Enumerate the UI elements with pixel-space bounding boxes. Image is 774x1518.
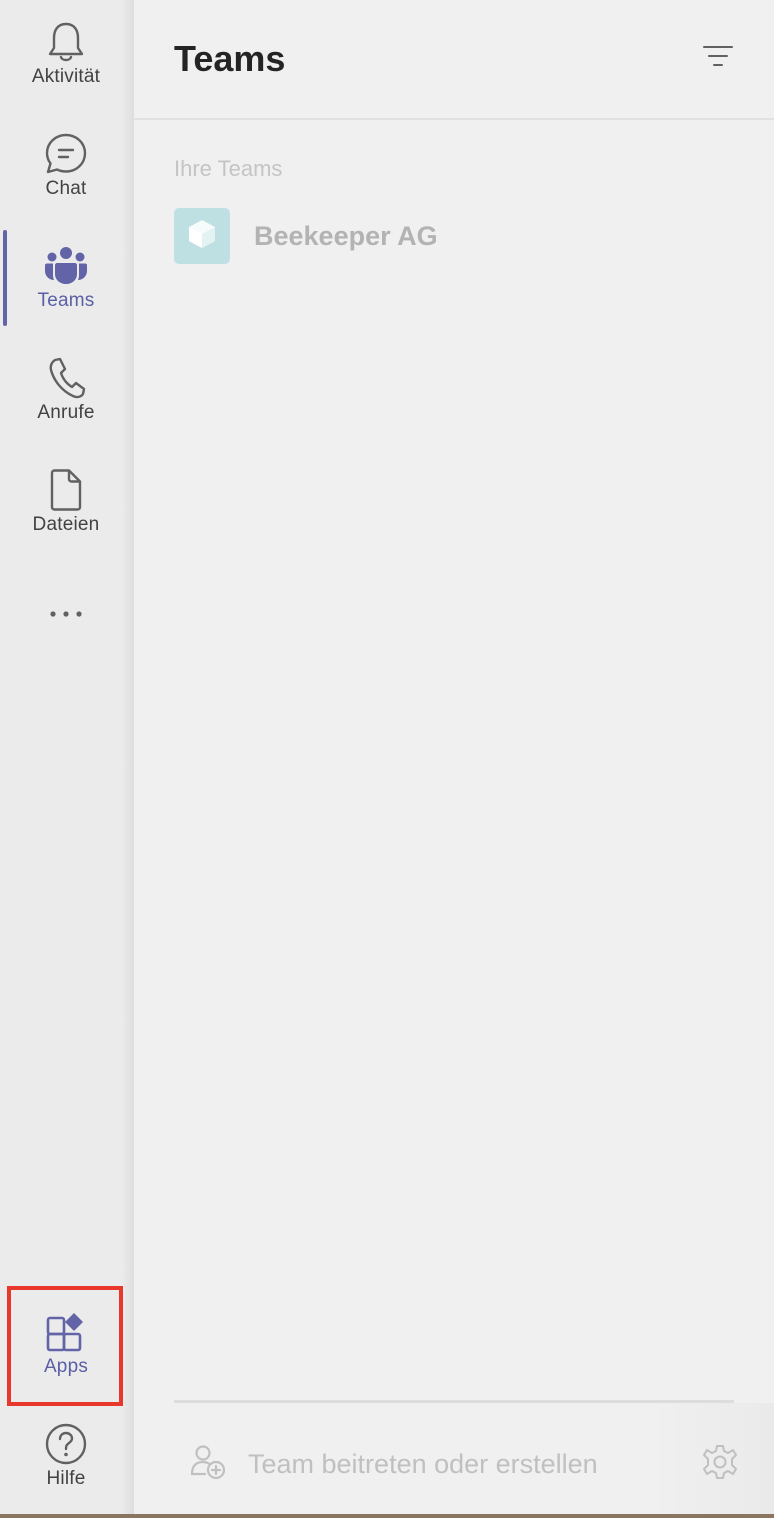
more-apps-button[interactable] (0, 580, 132, 650)
teams-icon (44, 244, 88, 288)
divider (174, 1400, 734, 1403)
manage-teams-button[interactable] (700, 1444, 740, 1484)
bell-icon (44, 20, 88, 64)
rail-item-teams[interactable]: Teams (0, 224, 132, 336)
window-bottom-edge (0, 1514, 774, 1518)
add-people-icon (190, 1444, 226, 1485)
section-label-your-teams: Ihre Teams (174, 156, 283, 181)
panel-header: Teams (134, 0, 774, 120)
more-dots-icon (44, 592, 88, 636)
rail-item-dateien[interactable]: Dateien (0, 448, 132, 560)
teams-panel: Teams Ihre Teams Beekeeper AG Team beitr… (134, 0, 774, 1518)
help-icon (44, 1422, 88, 1466)
rail-shadow (122, 0, 134, 1518)
rail-item-hilfe[interactable]: Hilfe (0, 1402, 132, 1514)
team-avatar (174, 208, 230, 264)
rail-item-label: Hilfe (46, 1468, 86, 1489)
rail-item-label: Teams (37, 290, 95, 311)
filter-button[interactable] (700, 40, 736, 76)
rail-item-label: Aktivität (31, 66, 101, 87)
highlight-frame (7, 1286, 123, 1406)
team-item-beekeeper[interactable]: Beekeeper AG (174, 208, 734, 264)
active-indicator (3, 230, 7, 326)
cube-icon (187, 218, 217, 255)
filter-icon (703, 45, 733, 72)
rail-item-chat[interactable]: Chat (0, 112, 132, 224)
rail-item-aktivitaet[interactable]: Aktivität (0, 0, 132, 112)
join-or-create-team-button[interactable]: Team beitreten oder erstellen (190, 1440, 598, 1488)
rail-item-label: Anrufe (37, 402, 95, 423)
rail-item-label: Dateien (32, 514, 100, 535)
file-icon (44, 468, 88, 512)
page-title: Teams (174, 38, 286, 79)
phone-icon (44, 356, 88, 400)
team-name: Beekeeper AG (254, 220, 438, 251)
chat-icon (44, 132, 88, 176)
gear-icon (702, 1444, 738, 1485)
app-rail: Aktivität Chat Teams Anrufe Dateien Apps… (0, 0, 132, 1518)
rail-item-anrufe[interactable]: Anrufe (0, 336, 132, 448)
join-or-create-team-label: Team beitreten oder erstellen (248, 1448, 598, 1479)
rail-item-label: Chat (45, 178, 87, 199)
